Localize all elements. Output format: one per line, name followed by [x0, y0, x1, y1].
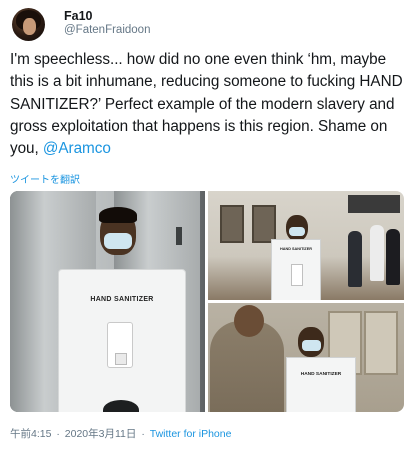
- translate-tweet-link[interactable]: ツイートを翻訳: [10, 171, 80, 186]
- walking-person: [370, 225, 384, 281]
- tweet-time[interactable]: 午前4:15: [10, 428, 51, 440]
- tweet-meta: 午前4:15 · 2020年3月11日 · Twitter for iPhone: [10, 426, 231, 441]
- display-cabinet: [364, 311, 398, 375]
- sanitizer-box-label: HAND SANITIZER: [90, 296, 154, 303]
- photo-3[interactable]: HAND SANITIZER: [208, 303, 404, 412]
- background-doors: [348, 195, 400, 213]
- wall-frame: [220, 205, 244, 243]
- author-display-name[interactable]: Fa10: [64, 9, 93, 23]
- sanitizer-box: HAND SANITIZER: [271, 239, 321, 300]
- media-grid: HAND SANITIZER HAND SANITIZER HAND SANIT…: [10, 191, 404, 412]
- walking-person: [348, 231, 362, 287]
- sanitizer-box: HAND SANITIZER: [58, 269, 186, 412]
- meta-separator: ·: [141, 428, 145, 440]
- walking-person: [386, 229, 400, 285]
- sanitizer-dispenser: [291, 264, 303, 286]
- wall-frame: [252, 205, 276, 243]
- author-handle[interactable]: @FatenFraidoon: [64, 24, 150, 36]
- dispenser-nozzle: [115, 353, 127, 365]
- face-mask: [104, 233, 132, 249]
- tweet-client-link[interactable]: Twitter for iPhone: [150, 428, 232, 440]
- worker-hair: [99, 207, 137, 223]
- sanitizer-dispenser: [107, 322, 133, 368]
- tweet-date[interactable]: 2020年3月11日: [65, 428, 137, 440]
- face-mask: [289, 227, 305, 236]
- man-head: [234, 305, 264, 337]
- box-opening: [103, 400, 139, 412]
- sanitizer-box-label: HAND SANITIZER: [300, 372, 342, 377]
- avatar-face: [23, 18, 36, 35]
- tweet-text: I'm speechless... how did no one even th…: [10, 49, 406, 160]
- avatar[interactable]: [12, 8, 45, 41]
- sanitizer-box-label: HAND SANITIZER: [279, 247, 313, 251]
- sanitizer-box: HAND SANITIZER: [286, 357, 356, 412]
- meta-separator: ·: [56, 428, 60, 440]
- face-mask: [302, 340, 321, 351]
- photo-1[interactable]: HAND SANITIZER: [10, 191, 205, 412]
- photo-2[interactable]: HAND SANITIZER: [208, 191, 404, 300]
- mention-link[interactable]: @Aramco: [43, 140, 111, 157]
- tweet: Fa10 @FatenFraidoon I'm speechless... ho…: [0, 0, 412, 450]
- elevator-call-panel: [176, 227, 182, 245]
